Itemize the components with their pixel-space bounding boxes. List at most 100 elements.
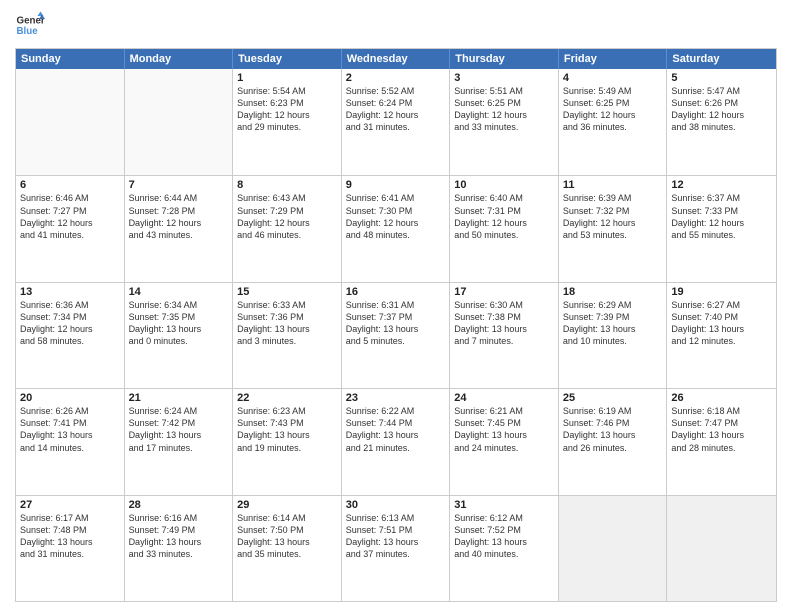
header-day-tuesday: Tuesday	[233, 49, 342, 69]
day-number: 14	[129, 286, 229, 298]
day-cell-30: 30Sunrise: 6:13 AMSunset: 7:51 PMDayligh…	[342, 496, 451, 601]
day-info: Sunrise: 6:31 AMSunset: 7:37 PMDaylight:…	[346, 299, 446, 348]
logo: General Blue	[15, 10, 45, 40]
calendar-week-3: 13Sunrise: 6:36 AMSunset: 7:34 PMDayligh…	[16, 282, 776, 388]
day-cell-16: 16Sunrise: 6:31 AMSunset: 7:37 PMDayligh…	[342, 283, 451, 388]
day-info: Sunrise: 6:16 AMSunset: 7:49 PMDaylight:…	[129, 512, 229, 561]
day-number: 15	[237, 286, 337, 298]
day-number: 4	[563, 72, 663, 84]
day-cell-6: 6Sunrise: 6:46 AMSunset: 7:27 PMDaylight…	[16, 176, 125, 281]
day-info: Sunrise: 6:14 AMSunset: 7:50 PMDaylight:…	[237, 512, 337, 561]
day-cell-19: 19Sunrise: 6:27 AMSunset: 7:40 PMDayligh…	[667, 283, 776, 388]
page: General Blue SundayMondayTuesdayWednesda…	[0, 0, 792, 612]
logo-icon: General Blue	[15, 10, 45, 40]
day-number: 21	[129, 392, 229, 404]
calendar-week-2: 6Sunrise: 6:46 AMSunset: 7:27 PMDaylight…	[16, 175, 776, 281]
day-info: Sunrise: 5:47 AMSunset: 6:26 PMDaylight:…	[671, 85, 772, 134]
day-number: 19	[671, 286, 772, 298]
calendar-header: SundayMondayTuesdayWednesdayThursdayFrid…	[16, 49, 776, 69]
day-info: Sunrise: 6:39 AMSunset: 7:32 PMDaylight:…	[563, 192, 663, 241]
header-day-saturday: Saturday	[667, 49, 776, 69]
day-info: Sunrise: 6:24 AMSunset: 7:42 PMDaylight:…	[129, 405, 229, 454]
day-number: 22	[237, 392, 337, 404]
day-info: Sunrise: 6:23 AMSunset: 7:43 PMDaylight:…	[237, 405, 337, 454]
day-cell-13: 13Sunrise: 6:36 AMSunset: 7:34 PMDayligh…	[16, 283, 125, 388]
day-info: Sunrise: 6:29 AMSunset: 7:39 PMDaylight:…	[563, 299, 663, 348]
empty-cell	[16, 69, 125, 175]
day-number: 23	[346, 392, 446, 404]
day-number: 2	[346, 72, 446, 84]
day-info: Sunrise: 6:33 AMSunset: 7:36 PMDaylight:…	[237, 299, 337, 348]
day-cell-12: 12Sunrise: 6:37 AMSunset: 7:33 PMDayligh…	[667, 176, 776, 281]
day-info: Sunrise: 6:19 AMSunset: 7:46 PMDaylight:…	[563, 405, 663, 454]
header-day-friday: Friday	[559, 49, 668, 69]
day-number: 10	[454, 179, 554, 191]
calendar-week-4: 20Sunrise: 6:26 AMSunset: 7:41 PMDayligh…	[16, 388, 776, 494]
day-number: 31	[454, 499, 554, 511]
day-number: 30	[346, 499, 446, 511]
day-cell-25: 25Sunrise: 6:19 AMSunset: 7:46 PMDayligh…	[559, 389, 668, 494]
day-info: Sunrise: 6:41 AMSunset: 7:30 PMDaylight:…	[346, 192, 446, 241]
day-number: 18	[563, 286, 663, 298]
calendar-body: 1Sunrise: 5:54 AMSunset: 6:23 PMDaylight…	[16, 69, 776, 601]
day-info: Sunrise: 6:18 AMSunset: 7:47 PMDaylight:…	[671, 405, 772, 454]
day-info: Sunrise: 6:21 AMSunset: 7:45 PMDaylight:…	[454, 405, 554, 454]
day-number: 29	[237, 499, 337, 511]
day-cell-28: 28Sunrise: 6:16 AMSunset: 7:49 PMDayligh…	[125, 496, 234, 601]
day-number: 11	[563, 179, 663, 191]
day-cell-21: 21Sunrise: 6:24 AMSunset: 7:42 PMDayligh…	[125, 389, 234, 494]
day-cell-2: 2Sunrise: 5:52 AMSunset: 6:24 PMDaylight…	[342, 69, 451, 175]
calendar-week-5: 27Sunrise: 6:17 AMSunset: 7:48 PMDayligh…	[16, 495, 776, 601]
day-cell-29: 29Sunrise: 6:14 AMSunset: 7:50 PMDayligh…	[233, 496, 342, 601]
day-info: Sunrise: 6:34 AMSunset: 7:35 PMDaylight:…	[129, 299, 229, 348]
day-cell-22: 22Sunrise: 6:23 AMSunset: 7:43 PMDayligh…	[233, 389, 342, 494]
day-cell-20: 20Sunrise: 6:26 AMSunset: 7:41 PMDayligh…	[16, 389, 125, 494]
day-number: 5	[671, 72, 772, 84]
calendar: SundayMondayTuesdayWednesdayThursdayFrid…	[15, 48, 777, 602]
header-day-monday: Monday	[125, 49, 234, 69]
day-cell-26: 26Sunrise: 6:18 AMSunset: 7:47 PMDayligh…	[667, 389, 776, 494]
day-cell-23: 23Sunrise: 6:22 AMSunset: 7:44 PMDayligh…	[342, 389, 451, 494]
day-info: Sunrise: 6:30 AMSunset: 7:38 PMDaylight:…	[454, 299, 554, 348]
day-number: 25	[563, 392, 663, 404]
day-number: 27	[20, 499, 120, 511]
day-info: Sunrise: 5:51 AMSunset: 6:25 PMDaylight:…	[454, 85, 554, 134]
day-cell-9: 9Sunrise: 6:41 AMSunset: 7:30 PMDaylight…	[342, 176, 451, 281]
day-cell-3: 3Sunrise: 5:51 AMSunset: 6:25 PMDaylight…	[450, 69, 559, 175]
day-number: 28	[129, 499, 229, 511]
header-day-thursday: Thursday	[450, 49, 559, 69]
day-cell-31: 31Sunrise: 6:12 AMSunset: 7:52 PMDayligh…	[450, 496, 559, 601]
day-info: Sunrise: 6:12 AMSunset: 7:52 PMDaylight:…	[454, 512, 554, 561]
day-number: 8	[237, 179, 337, 191]
day-number: 12	[671, 179, 772, 191]
day-info: Sunrise: 6:40 AMSunset: 7:31 PMDaylight:…	[454, 192, 554, 241]
day-info: Sunrise: 6:44 AMSunset: 7:28 PMDaylight:…	[129, 192, 229, 241]
svg-text:Blue: Blue	[17, 26, 39, 37]
day-number: 9	[346, 179, 446, 191]
day-cell-14: 14Sunrise: 6:34 AMSunset: 7:35 PMDayligh…	[125, 283, 234, 388]
day-cell-27: 27Sunrise: 6:17 AMSunset: 7:48 PMDayligh…	[16, 496, 125, 601]
day-cell-1: 1Sunrise: 5:54 AMSunset: 6:23 PMDaylight…	[233, 69, 342, 175]
day-cell-4: 4Sunrise: 5:49 AMSunset: 6:25 PMDaylight…	[559, 69, 668, 175]
day-number: 26	[671, 392, 772, 404]
day-info: Sunrise: 6:43 AMSunset: 7:29 PMDaylight:…	[237, 192, 337, 241]
day-cell-15: 15Sunrise: 6:33 AMSunset: 7:36 PMDayligh…	[233, 283, 342, 388]
day-cell-11: 11Sunrise: 6:39 AMSunset: 7:32 PMDayligh…	[559, 176, 668, 281]
day-info: Sunrise: 6:27 AMSunset: 7:40 PMDaylight:…	[671, 299, 772, 348]
day-cell-7: 7Sunrise: 6:44 AMSunset: 7:28 PMDaylight…	[125, 176, 234, 281]
empty-cell	[667, 496, 776, 601]
day-info: Sunrise: 6:26 AMSunset: 7:41 PMDaylight:…	[20, 405, 120, 454]
day-info: Sunrise: 6:22 AMSunset: 7:44 PMDaylight:…	[346, 405, 446, 454]
day-info: Sunrise: 5:52 AMSunset: 6:24 PMDaylight:…	[346, 85, 446, 134]
day-number: 7	[129, 179, 229, 191]
day-number: 3	[454, 72, 554, 84]
calendar-week-1: 1Sunrise: 5:54 AMSunset: 6:23 PMDaylight…	[16, 69, 776, 175]
day-number: 6	[20, 179, 120, 191]
day-info: Sunrise: 5:49 AMSunset: 6:25 PMDaylight:…	[563, 85, 663, 134]
day-cell-10: 10Sunrise: 6:40 AMSunset: 7:31 PMDayligh…	[450, 176, 559, 281]
day-info: Sunrise: 5:54 AMSunset: 6:23 PMDaylight:…	[237, 85, 337, 134]
header-day-sunday: Sunday	[16, 49, 125, 69]
day-cell-8: 8Sunrise: 6:43 AMSunset: 7:29 PMDaylight…	[233, 176, 342, 281]
day-cell-24: 24Sunrise: 6:21 AMSunset: 7:45 PMDayligh…	[450, 389, 559, 494]
day-info: Sunrise: 6:46 AMSunset: 7:27 PMDaylight:…	[20, 192, 120, 241]
